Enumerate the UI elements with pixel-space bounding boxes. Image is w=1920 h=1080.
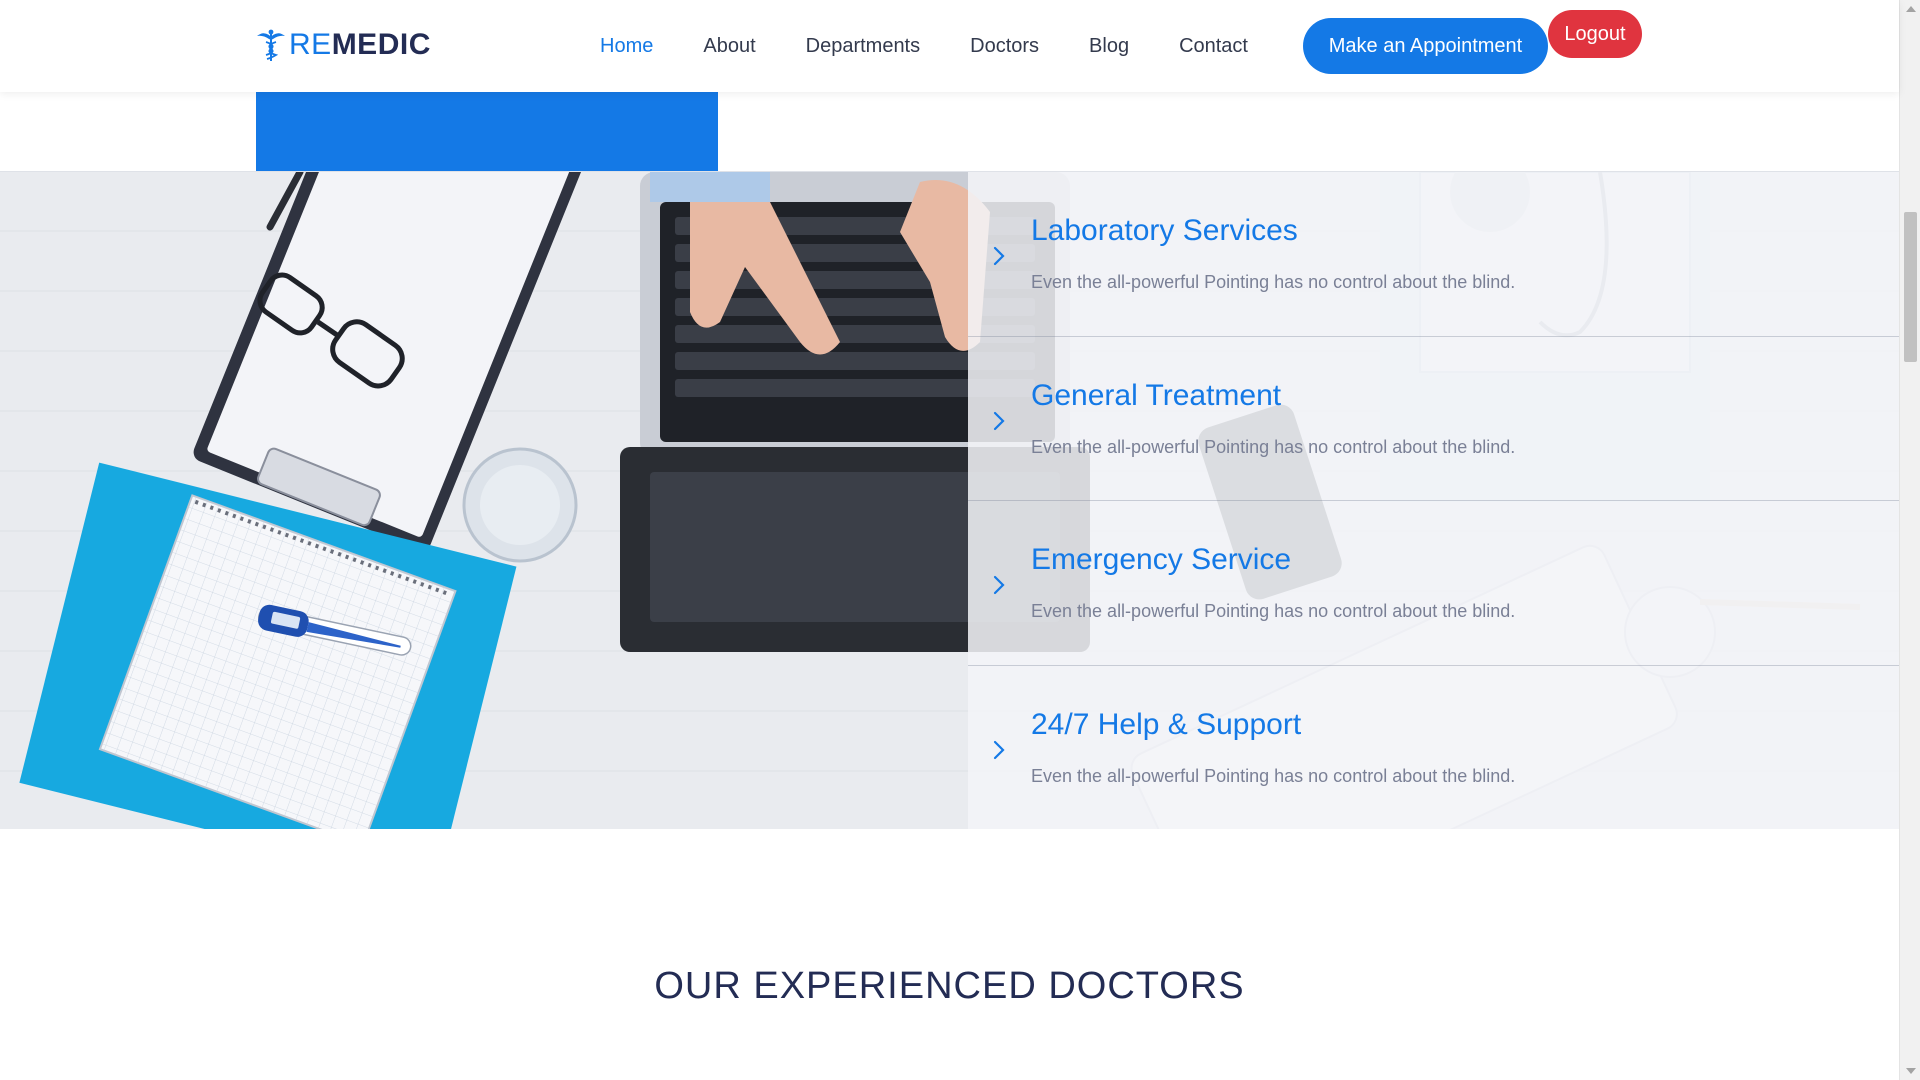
nav-item-blog[interactable]: Blog bbox=[1089, 35, 1129, 58]
nav-item-contact[interactable]: Contact bbox=[1179, 35, 1248, 58]
site-logo[interactable]: RE MEDIC bbox=[255, 28, 431, 62]
service-item: 24/7 Help & Support Even the all-powerful… bbox=[968, 666, 1899, 830]
service-title[interactable]: Laboratory Services bbox=[1031, 214, 1298, 248]
nav-item-doctors[interactable]: Doctors bbox=[970, 35, 1039, 58]
nav-item-about[interactable]: About bbox=[703, 35, 755, 58]
caduceus-icon bbox=[257, 29, 285, 61]
service-title[interactable]: Emergency Service bbox=[1031, 543, 1291, 577]
service-title[interactable]: 24/7 Help & Support bbox=[1031, 708, 1301, 742]
site-header: RE MEDIC Home About Departments Doctors Blog… bbox=[0, 0, 1899, 92]
scroll-down-icon[interactable] bbox=[1906, 1068, 1916, 1074]
service-item: Laboratory Services Even the all-powerful… bbox=[968, 172, 1899, 337]
scroll-up-icon[interactable] bbox=[1906, 6, 1916, 12]
service-item: Emergency Service Even the all-powerful P… bbox=[968, 501, 1899, 666]
logo-text-medic: MEDIC bbox=[331, 28, 431, 61]
service-description: Even the all-powerful Pointing has no co… bbox=[1031, 765, 1516, 786]
service-description: Even the all-powerful Pointing has no co… bbox=[1031, 272, 1516, 292]
chevron-right-icon[interactable] bbox=[990, 573, 1008, 597]
logout-button[interactable]: Logout bbox=[1548, 10, 1642, 58]
page-scrollbar[interactable] bbox=[1899, 0, 1920, 1080]
logo-text-re: RE bbox=[289, 28, 332, 61]
make-appointment-button[interactable]: Make an Appointment bbox=[1303, 18, 1548, 74]
hero-blue-block bbox=[256, 92, 718, 171]
nav-item-departments[interactable]: Departments bbox=[806, 35, 921, 58]
chevron-right-icon[interactable] bbox=[990, 244, 1008, 268]
chevron-right-icon[interactable] bbox=[990, 738, 1008, 762]
service-title[interactable]: General Treatment bbox=[1031, 379, 1281, 413]
scrollbar-thumb[interactable] bbox=[1904, 212, 1917, 362]
nav-item-home[interactable]: Home bbox=[600, 35, 653, 58]
services-list: Laboratory Services Even the all-powerful… bbox=[968, 172, 1899, 829]
service-description: Even the all-powerful Pointing has no co… bbox=[1031, 436, 1516, 457]
services-section: Laboratory Services Even the all-powerful… bbox=[0, 171, 1899, 829]
doctors-section-heading: OUR EXPERIENCED DOCTORS bbox=[654, 965, 1245, 1007]
service-item: General Treatment Even the all-powerful P… bbox=[968, 337, 1899, 501]
chevron-right-icon[interactable] bbox=[990, 409, 1008, 433]
main-nav: Home About Departments Doctors Blog Contact bbox=[600, 0, 1248, 92]
service-description: Even the all-powerful Pointing has no co… bbox=[1031, 601, 1516, 621]
